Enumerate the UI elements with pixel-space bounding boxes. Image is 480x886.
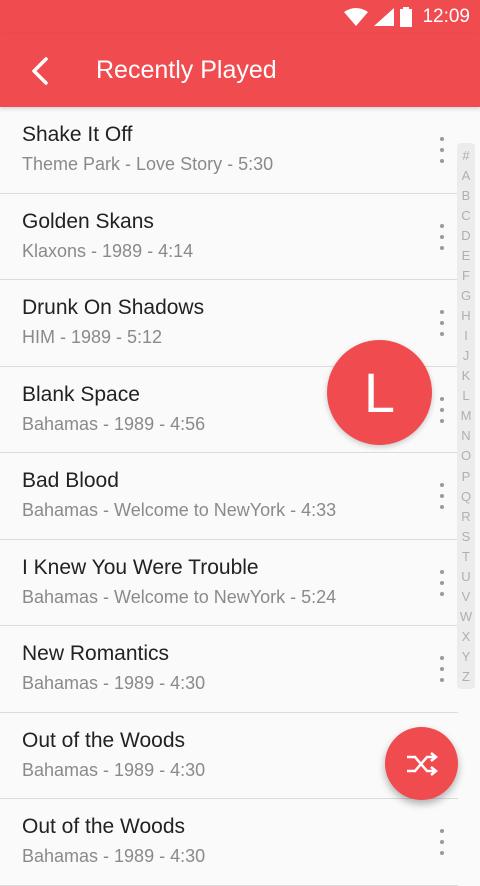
index-letter-l[interactable]: L: [462, 389, 469, 402]
index-letter-h[interactable]: H: [461, 309, 470, 322]
more-vert-icon[interactable]: [432, 222, 452, 252]
more-vert-icon[interactable]: [432, 654, 452, 684]
song-item-out-of-the-woods-2[interactable]: Out of the Woods Bahamas - 1989 - 4:30: [0, 799, 458, 886]
index-letter-s[interactable]: S: [462, 530, 471, 543]
song-title: Golden Skans: [22, 209, 154, 233]
index-letter-c[interactable]: C: [461, 209, 470, 222]
index-letter-w[interactable]: W: [460, 610, 472, 623]
status-time: 12:09: [422, 6, 470, 27]
index-letter-y[interactable]: Y: [462, 650, 471, 663]
song-title: New Romantics: [22, 642, 170, 665]
index-letter-m[interactable]: M: [461, 409, 472, 422]
song-title: Out of the Woods: [22, 815, 186, 838]
song-item-bad-blood[interactable]: Bad Blood Bahamas - Welcome to NewYork -…: [0, 453, 458, 540]
app-bar: Recently Played: [0, 34, 480, 107]
song-item-golden-skans[interactable]: Golden Skans Klaxons - 1989 - 4:14: [0, 194, 458, 280]
index-letter-d[interactable]: D: [461, 229, 470, 242]
index-letter-v[interactable]: V: [462, 590, 471, 603]
status-bar: 12:09: [0, 0, 480, 34]
signal-icon: [374, 8, 395, 26]
shuffle-icon: [406, 751, 438, 776]
index-letter-t[interactable]: T: [462, 550, 470, 563]
index-letter-q[interactable]: Q: [461, 490, 471, 503]
song-title: Shake It Off: [22, 123, 133, 146]
page-title: Recently Played: [96, 56, 277, 84]
song-item-new-romantics[interactable]: New Romantics Bahamas - 1989 - 4:30: [0, 626, 458, 713]
index-letter-k[interactable]: K: [462, 369, 471, 382]
song-title: Drunk On Shadows: [22, 296, 205, 319]
battery-icon: [400, 7, 413, 27]
index-letter-f[interactable]: F: [462, 269, 470, 282]
arrow-back-icon: [32, 56, 48, 85]
more-vert-icon[interactable]: [432, 481, 452, 511]
index-letter-u[interactable]: U: [461, 570, 470, 583]
index-letter-g[interactable]: G: [461, 289, 471, 302]
back-button[interactable]: [20, 51, 60, 91]
shuffle-button[interactable]: [385, 727, 458, 800]
index-letter-b[interactable]: B: [462, 189, 471, 202]
song-subtitle: Theme Park - Love Story - 5:30: [22, 154, 274, 174]
index-letter-x[interactable]: X: [462, 630, 471, 643]
index-letter-i[interactable]: I: [464, 329, 468, 342]
song-subtitle: Bahamas - Welcome to NewYork - 5:24: [22, 586, 337, 607]
more-vert-icon[interactable]: [432, 135, 452, 165]
wifi-icon: [344, 8, 369, 26]
index-letter-hash[interactable]: #: [462, 149, 469, 162]
more-vert-icon[interactable]: [432, 308, 452, 338]
status-icons: 12:09: [344, 6, 470, 28]
song-subtitle: Bahamas - Welcome to NewYork - 4:33: [22, 500, 337, 520]
song-item-shake-it-off[interactable]: Shake It Off Theme Park - Love Story - 5…: [0, 107, 458, 194]
index-letter-a[interactable]: A: [462, 169, 471, 182]
index-letter-j[interactable]: J: [463, 349, 470, 362]
more-vert-icon[interactable]: [432, 568, 452, 598]
song-subtitle: Bahamas - 1989 - 4:56: [22, 413, 206, 434]
index-letter-r[interactable]: R: [461, 510, 470, 523]
index-letter-n[interactable]: N: [461, 429, 470, 442]
song-subtitle: Bahamas - 1989 - 4:30: [22, 846, 206, 866]
song-item-i-knew-you-were-trouble[interactable]: I Knew You Were Trouble Bahamas - Welcom…: [0, 540, 458, 626]
song-title: Out of the Woods: [22, 728, 186, 752]
more-vert-icon[interactable]: [432, 395, 452, 425]
song-subtitle: Bahamas - 1989 - 4:30: [22, 759, 206, 780]
song-title: I Knew You Were Trouble: [22, 555, 259, 579]
song-subtitle: Klaxons - 1989 - 4:14: [22, 240, 194, 261]
alphabet-index-bar[interactable]: # A B C D E F G H I J K L M N O P Q R S …: [457, 143, 475, 689]
index-letter-z[interactable]: Z: [462, 670, 470, 683]
song-subtitle: Bahamas - 1989 - 4:30: [22, 673, 206, 693]
song-title: Bad Blood: [22, 469, 119, 492]
index-letter-e[interactable]: E: [462, 249, 471, 262]
song-subtitle: HIM - 1989 - 5:12: [22, 327, 163, 347]
index-letter-p[interactable]: P: [462, 470, 471, 483]
index-letter-o[interactable]: O: [461, 449, 471, 462]
song-title: Blank Space: [22, 382, 140, 406]
active-letter-bubble: L: [327, 340, 432, 445]
